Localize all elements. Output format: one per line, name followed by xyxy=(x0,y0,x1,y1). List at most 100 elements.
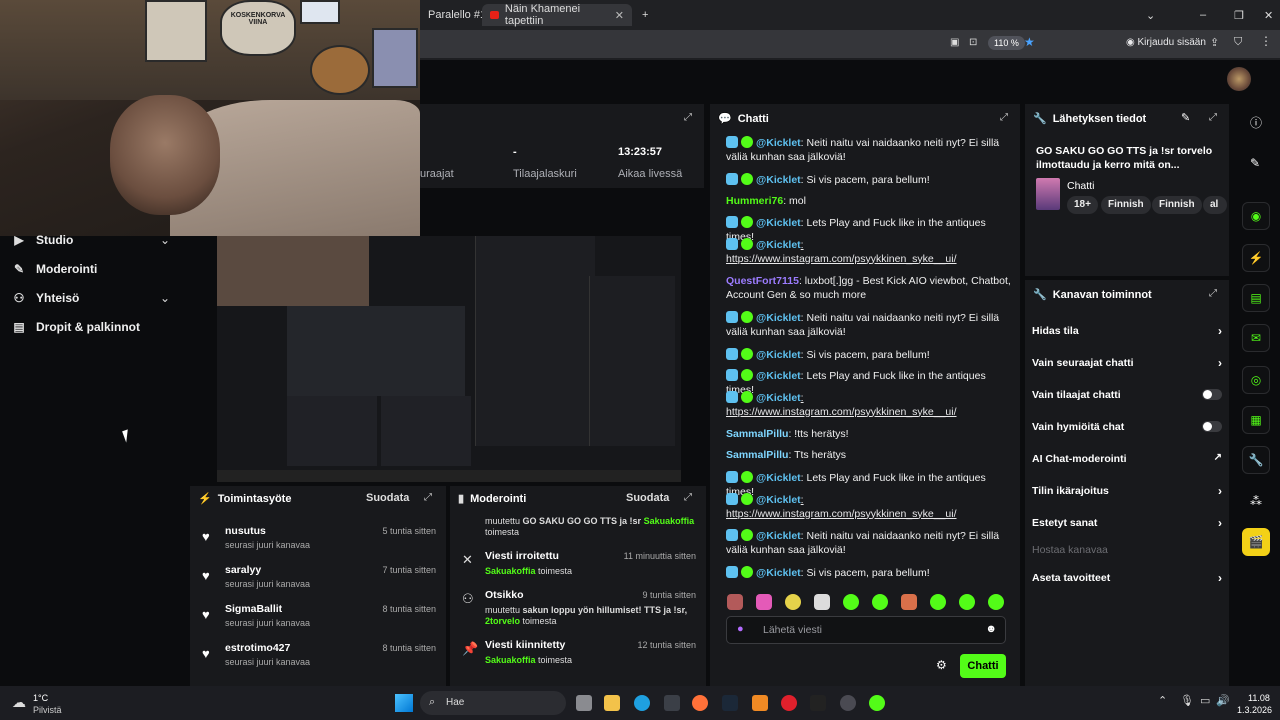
terminal-icon[interactable] xyxy=(810,695,826,711)
username[interactable]: SigmaBallit xyxy=(225,603,282,615)
document-icon[interactable]: ▤ xyxy=(1242,284,1270,312)
filter-button[interactable]: Suodata xyxy=(626,492,669,504)
broadcast-icon[interactable]: ◎ xyxy=(1242,366,1270,394)
tag[interactable]: Finnish xyxy=(1101,196,1151,214)
edit-icon[interactable]: ✎ xyxy=(1250,156,1260,170)
edit-icon[interactable]: ✎ xyxy=(1181,111,1190,124)
chat-username[interactable]: @Kicklet xyxy=(756,530,801,542)
kick-icon[interactable] xyxy=(869,695,885,711)
task-view-icon[interactable] xyxy=(576,695,592,711)
picture-in-picture-icon[interactable]: ▣ xyxy=(950,37,959,48)
emote-icon[interactable] xyxy=(930,594,946,610)
apps-icon[interactable]: ⁂ xyxy=(1250,494,1262,508)
microphone-icon[interactable]: ● xyxy=(737,623,744,635)
list-item[interactable]: ♥ estrotimo427 seurasi juuri kanavaa 8 t… xyxy=(190,640,446,679)
settings-icon[interactable]: ⚙ xyxy=(936,658,947,672)
zoom-level[interactable]: 110 % xyxy=(988,36,1025,50)
chat-username[interactable]: SammalPillu xyxy=(726,449,788,461)
subscribers-only-toggle[interactable] xyxy=(1202,389,1222,400)
chat-username[interactable]: SammalPillu xyxy=(726,428,788,440)
category-thumbnail[interactable] xyxy=(1036,178,1060,210)
sidebar-item-dropit[interactable]: ▤ Dropit & palkinnot xyxy=(12,320,140,334)
username[interactable]: estrotimo427 xyxy=(225,642,290,654)
minimize-button[interactable]: – xyxy=(1192,4,1214,26)
clock-date[interactable]: 1.3.2026 xyxy=(1237,705,1272,715)
lightning-icon[interactable]: ⚡ xyxy=(1242,244,1270,272)
clapper-icon[interactable]: 🎬 xyxy=(1242,528,1270,556)
login-button[interactable]: ◉ Kirjaudu sisään xyxy=(1126,37,1206,48)
expand-icon[interactable]: ⤢ xyxy=(684,112,692,123)
emote-icon[interactable] xyxy=(872,594,888,610)
list-item[interactable]: ♥ nusutus seurasi juuri kanavaa 5 tuntia… xyxy=(190,523,446,562)
chat-username[interactable]: @Kicklet xyxy=(756,494,801,506)
chat-username[interactable]: Hummeri76 xyxy=(726,195,783,207)
expand-icon[interactable]: ⤢ xyxy=(1209,288,1217,299)
network-icon[interactable]: ▭ xyxy=(1200,694,1210,707)
new-tab-button[interactable]: + xyxy=(634,4,656,26)
star-icon[interactable]: ★ xyxy=(1024,35,1035,49)
chat-username[interactable]: @Kicklet xyxy=(756,217,801,229)
menu-icon[interactable]: ⋮ xyxy=(1260,34,1272,48)
chevron-down-icon[interactable]: ⌄ xyxy=(160,233,170,247)
ai-moderation-row[interactable]: AI Chat-moderointi ↗ xyxy=(1032,452,1222,465)
emote-icon[interactable] xyxy=(727,594,743,610)
windows-start-icon[interactable] xyxy=(395,694,413,712)
mod-user[interactable]: Sakuakoffia xyxy=(644,516,695,526)
followers-only-row[interactable]: Vain seuraajat chatti › xyxy=(1032,356,1222,370)
opera-icon[interactable] xyxy=(781,695,797,711)
emote-icon[interactable] xyxy=(959,594,975,610)
username[interactable]: nusutus xyxy=(225,525,266,537)
emote-icon[interactable] xyxy=(756,594,772,610)
mod-user[interactable]: 2torvelo xyxy=(485,616,520,626)
file-explorer-icon[interactable] xyxy=(604,695,620,711)
close-icon[interactable]: ✕ xyxy=(615,9,624,22)
layout-icon[interactable]: ▦ xyxy=(1242,406,1270,434)
chat-username[interactable]: @Kicklet xyxy=(756,567,801,579)
blocked-words-row[interactable]: Estetyt sanat › xyxy=(1032,516,1222,530)
mod-user[interactable]: Sakuakoffia xyxy=(485,655,536,665)
chat-username[interactable]: @Kicklet xyxy=(756,392,801,404)
info-icon[interactable]: ⓘ xyxy=(1250,114,1262,131)
expand-icon[interactable]: ⤢ xyxy=(684,492,692,503)
username[interactable]: saralyy xyxy=(225,564,261,576)
emote-icon[interactable] xyxy=(901,594,917,610)
chat-icon[interactable]: ✉ xyxy=(1242,324,1270,352)
emote-icon[interactable] xyxy=(785,594,801,610)
age-restriction-row[interactable]: Tilin ikärajoitus › xyxy=(1032,484,1222,498)
chevron-up-icon[interactable]: ⌃ xyxy=(1158,694,1167,707)
install-icon[interactable]: ⊡ xyxy=(969,37,977,48)
tag[interactable]: al xyxy=(1203,196,1227,214)
weather-desc[interactable]: Pilvistä xyxy=(33,705,62,715)
emote-icon[interactable] xyxy=(988,594,1004,610)
close-window-button[interactable]: ✕ xyxy=(1256,4,1280,26)
chat-username[interactable]: @Kicklet xyxy=(756,472,801,484)
chat-username[interactable]: @Kicklet xyxy=(756,312,801,324)
sidebar-item-moderointi[interactable]: ✎ Moderointi xyxy=(12,262,97,276)
mod-user[interactable]: Sakuakoffia xyxy=(485,566,536,576)
chat-username[interactable]: @Kicklet xyxy=(756,349,801,361)
sidebar-item-studio[interactable]: ▶ Studio xyxy=(12,233,73,247)
list-item[interactable]: ♥ saralyy seurasi juuri kanavaa 7 tuntia… xyxy=(190,562,446,601)
obs-icon[interactable] xyxy=(840,695,856,711)
expand-icon[interactable]: ⤢ xyxy=(424,492,432,503)
volume-icon[interactable]: 🔊 xyxy=(1216,694,1230,707)
camera-icon[interactable]: ◉ xyxy=(1242,202,1270,230)
category-name[interactable]: Chatti xyxy=(1067,180,1094,192)
send-chat-button[interactable]: Chatti xyxy=(960,654,1006,678)
wrench-icon[interactable]: 🔧 xyxy=(1242,446,1270,474)
microphone-icon[interactable]: 🎙 xyxy=(1180,694,1194,707)
expand-icon[interactable]: ⤢ xyxy=(1209,112,1217,123)
taskbar-search[interactable]: ⌕ Hae xyxy=(420,691,566,715)
avatar[interactable] xyxy=(1227,67,1251,91)
emote-icon[interactable] xyxy=(814,594,830,610)
edge-icon[interactable] xyxy=(634,695,650,711)
chat-username[interactable]: @Kicklet xyxy=(756,239,801,251)
vlc-icon[interactable] xyxy=(752,695,768,711)
clock-time[interactable]: 11.08 xyxy=(1248,693,1270,703)
chat-input[interactable]: ● Lähetä viesti ☻ xyxy=(726,616,1006,644)
emote-icon[interactable] xyxy=(843,594,859,610)
tab-list-button[interactable]: ⌄ xyxy=(1138,4,1163,26)
maximize-button[interactable]: ❐ xyxy=(1226,4,1252,26)
list-item[interactable]: ♥ SigmaBallit seurasi juuri kanavaa 8 tu… xyxy=(190,601,446,640)
tag[interactable]: 18+ xyxy=(1067,196,1098,214)
